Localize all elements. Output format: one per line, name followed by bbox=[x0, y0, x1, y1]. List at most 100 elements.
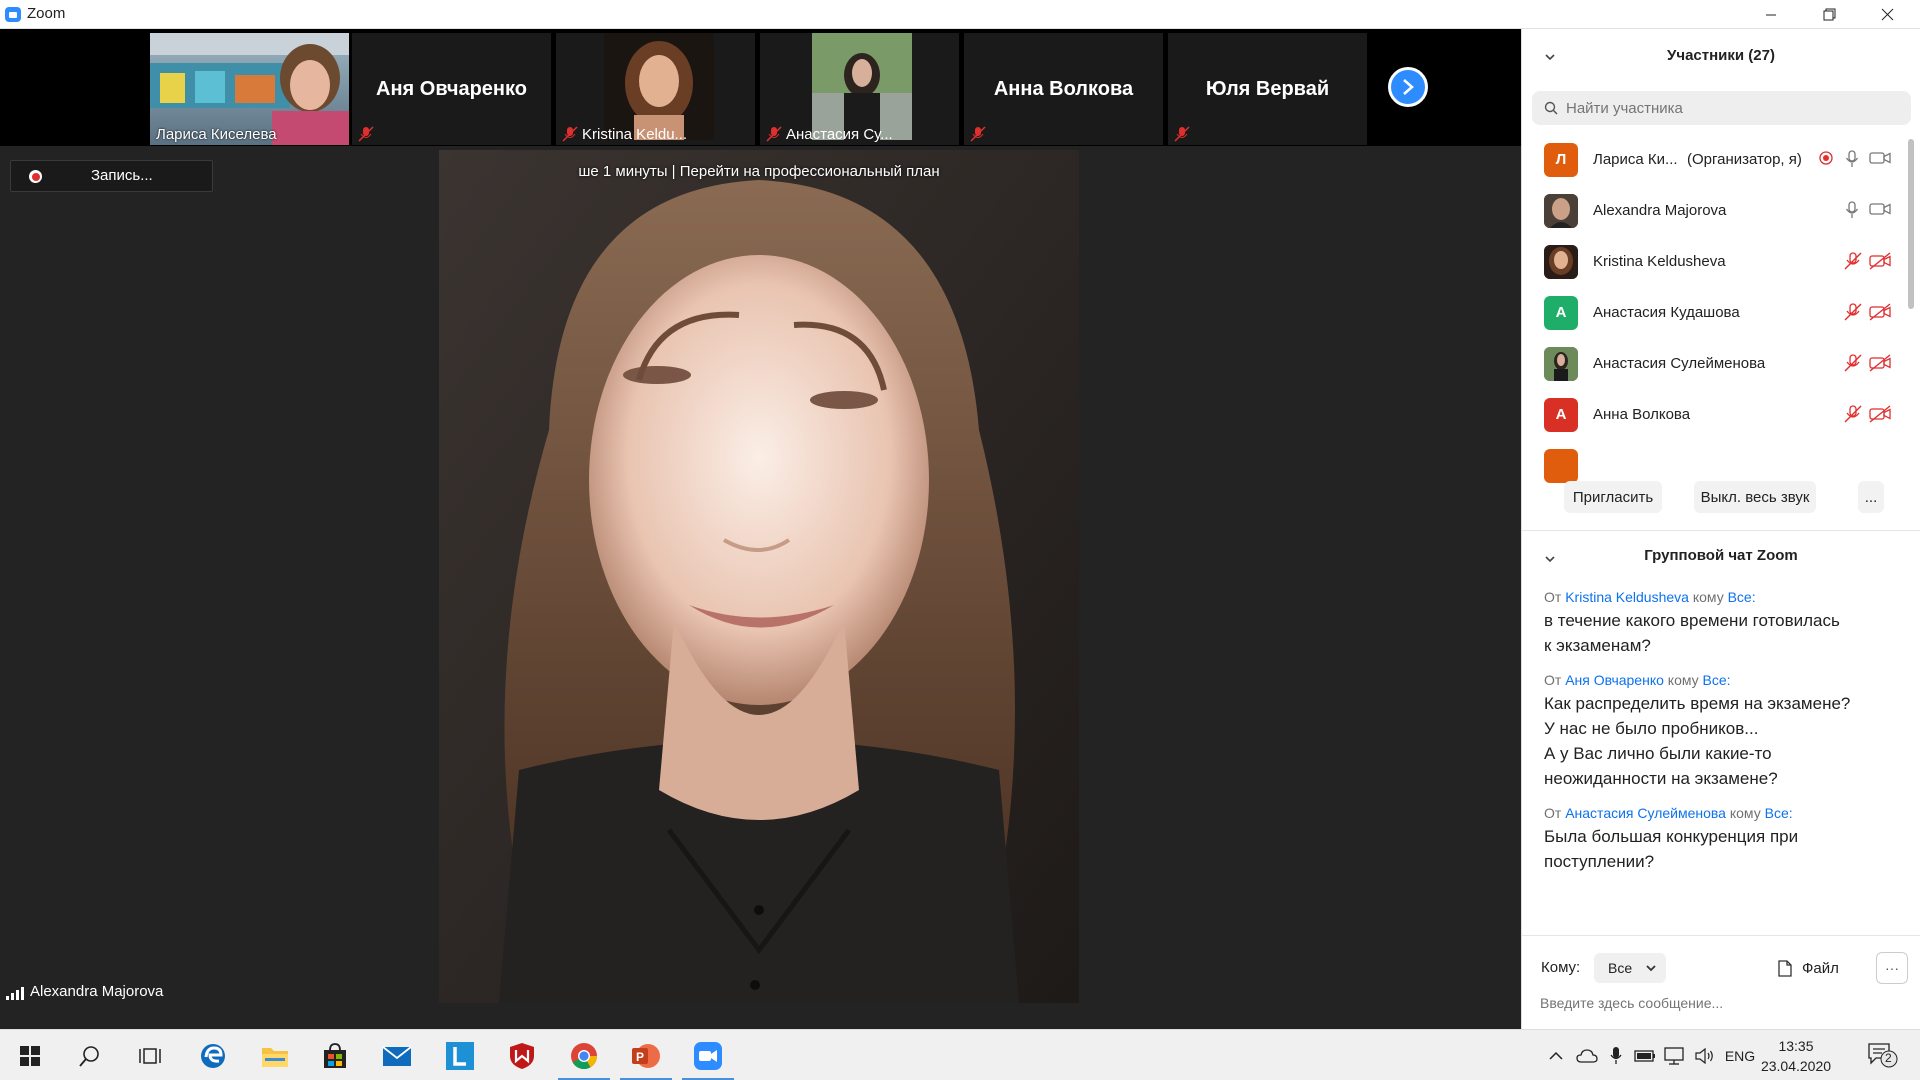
file-explorer-taskbar-button[interactable] bbox=[245, 1030, 305, 1080]
mcafee-shield-icon bbox=[510, 1042, 534, 1069]
chat-recipient[interactable]: Все: bbox=[1728, 589, 1756, 605]
microphone-tray-icon[interactable] bbox=[1604, 1030, 1628, 1080]
participant-row[interactable]: А Анастасия Кудашова bbox=[1522, 287, 1912, 338]
search-taskbar-button[interactable] bbox=[60, 1030, 120, 1080]
mic-muted-icon[interactable] bbox=[1844, 405, 1862, 423]
task-view-button[interactable] bbox=[120, 1030, 180, 1080]
restore-button[interactable] bbox=[1806, 0, 1852, 29]
chat-message-input[interactable] bbox=[1540, 995, 1900, 1011]
mic-muted-icon[interactable] bbox=[1844, 303, 1862, 321]
search-input[interactable] bbox=[1566, 99, 1886, 117]
recording-button[interactable]: Запись... bbox=[10, 160, 213, 192]
minimize-button[interactable] bbox=[1748, 0, 1794, 29]
chevron-up-icon bbox=[1549, 1051, 1563, 1060]
volume-tray-icon[interactable] bbox=[1692, 1030, 1718, 1080]
camera-off-icon[interactable] bbox=[1869, 252, 1891, 270]
active-speaker-label: Alexandra Majorova bbox=[6, 983, 163, 1000]
avatar bbox=[1544, 448, 1578, 483]
task-view-icon bbox=[139, 1047, 161, 1064]
microphone-icon bbox=[1610, 1046, 1622, 1064]
zoom-taskbar-button[interactable] bbox=[678, 1030, 738, 1080]
video-tile-anna[interactable]: Анна Волкова bbox=[964, 33, 1163, 145]
video-tile-anya[interactable]: Аня Овчаренко bbox=[352, 33, 551, 145]
divider bbox=[1522, 530, 1920, 531]
file-button[interactable]: Файл bbox=[1778, 953, 1839, 983]
windows-taskbar: P ENG 13:35 23.04.2020 2 bbox=[0, 1029, 1920, 1080]
recording-label: Запись... bbox=[91, 167, 153, 184]
chat-recipient[interactable]: Все: bbox=[1703, 672, 1731, 688]
mic-icon[interactable] bbox=[1844, 201, 1860, 219]
window-title: Zoom bbox=[27, 5, 66, 22]
show-hidden-icons-button[interactable] bbox=[1544, 1030, 1568, 1080]
participants-more-button[interactable]: ... bbox=[1858, 481, 1884, 513]
mcafee-taskbar-button[interactable] bbox=[492, 1030, 552, 1080]
recipient-select[interactable]: Все bbox=[1594, 953, 1666, 983]
video-tile-larisa[interactable]: Лариса Киселева bbox=[150, 33, 349, 145]
participant-name: Анастасия Сулейменова bbox=[1593, 355, 1766, 372]
battery-tray-icon[interactable] bbox=[1632, 1030, 1658, 1080]
mic-muted-icon bbox=[766, 126, 782, 142]
video-tile-anastasia[interactable]: Анастасия Су... bbox=[760, 33, 959, 145]
participant-row[interactable]: Kristina Keldusheva bbox=[1522, 236, 1912, 287]
network-icon bbox=[1664, 1046, 1684, 1065]
store-taskbar-button[interactable] bbox=[305, 1030, 365, 1080]
input-language-indicator[interactable]: ENG bbox=[1722, 1030, 1758, 1080]
onedrive-tray-icon[interactable] bbox=[1574, 1030, 1600, 1080]
battery-icon bbox=[1634, 1049, 1655, 1062]
chat-message-text: в течение какого времени готовилась к эк… bbox=[1544, 611, 1840, 655]
minimize-icon bbox=[1766, 14, 1776, 15]
participant-row[interactable]: А Анна Волкова bbox=[1522, 389, 1912, 440]
powerpoint-taskbar-button[interactable]: P bbox=[616, 1030, 676, 1080]
close-button[interactable] bbox=[1864, 0, 1910, 29]
camera-icon[interactable] bbox=[1869, 150, 1891, 166]
invite-button[interactable]: Пригласить bbox=[1564, 481, 1662, 513]
recording-indicator-icon bbox=[1819, 151, 1833, 165]
file-button-label: Файл bbox=[1802, 959, 1839, 977]
mic-muted-icon[interactable] bbox=[1844, 252, 1862, 270]
notification-count: 2 bbox=[1885, 1051, 1892, 1065]
avatar: Л bbox=[1544, 142, 1578, 177]
video-tile-kristina[interactable]: Kristina Keldu... bbox=[556, 33, 755, 145]
powerpoint-icon: P bbox=[632, 1043, 660, 1068]
start-button[interactable] bbox=[0, 1030, 60, 1080]
chat-message-list: От Kristina Keldusheva кому Все: в течен… bbox=[1544, 589, 1904, 888]
taskbar-clock[interactable]: 13:35 23.04.2020 bbox=[1760, 1036, 1832, 1076]
participant-row[interactable]: Л Лариса Ки... (Организатор, я) bbox=[1522, 134, 1912, 185]
close-icon bbox=[1881, 8, 1893, 21]
mic-icon[interactable] bbox=[1844, 150, 1860, 168]
video-tile-yulya[interactable]: Юля Вервай bbox=[1168, 33, 1367, 145]
chat-message-header: От Аня Овчаренко кому Все: bbox=[1544, 672, 1731, 688]
participant-role: (Организатор, я) bbox=[1687, 151, 1802, 168]
camera-off-icon[interactable] bbox=[1869, 354, 1891, 372]
action-center-button[interactable]: 2 bbox=[1868, 1042, 1898, 1068]
anastasia-photo bbox=[812, 33, 922, 140]
chat-sender[interactable]: Kristina Keldusheva bbox=[1565, 589, 1689, 605]
participant-name: Лариса Ки... bbox=[1593, 151, 1678, 168]
title-bar: Zoom bbox=[0, 0, 1920, 29]
participant-search[interactable] bbox=[1532, 91, 1911, 125]
chat-sender[interactable]: Анастасия Сулейменова bbox=[1565, 805, 1726, 821]
avatar bbox=[1544, 346, 1578, 381]
chat-message: От Анастасия Сулейменова кому Все: Была … bbox=[1544, 805, 1904, 874]
camera-off-icon[interactable] bbox=[1869, 303, 1891, 321]
participant-name: Анна Волкова bbox=[1593, 406, 1691, 423]
mic-muted-icon[interactable] bbox=[1844, 354, 1862, 372]
mute-all-button[interactable]: Выкл. весь звук bbox=[1694, 481, 1816, 513]
mail-taskbar-button[interactable] bbox=[367, 1030, 427, 1080]
l-app-taskbar-button[interactable] bbox=[430, 1030, 490, 1080]
chat-sender[interactable]: Аня Овчаренко bbox=[1565, 672, 1664, 688]
participant-row[interactable]: Alexandra Majorova bbox=[1522, 185, 1912, 236]
upgrade-banner[interactable]: ше 1 минуты | Перейти на профессиональны… bbox=[439, 163, 1079, 180]
tile-name: Аня Овчаренко bbox=[376, 77, 527, 100]
network-tray-icon[interactable] bbox=[1662, 1030, 1688, 1080]
search-icon bbox=[79, 1045, 99, 1067]
chat-recipient[interactable]: Все: bbox=[1765, 805, 1793, 821]
edge-taskbar-button[interactable] bbox=[183, 1030, 243, 1080]
camera-off-icon[interactable] bbox=[1869, 405, 1891, 423]
participants-scrollbar[interactable] bbox=[1908, 139, 1914, 309]
chat-more-button[interactable]: ··· bbox=[1876, 952, 1908, 984]
chrome-taskbar-button[interactable] bbox=[554, 1030, 614, 1080]
next-page-button[interactable] bbox=[1388, 67, 1428, 107]
participant-row[interactable]: Анастасия Сулейменова bbox=[1522, 338, 1912, 389]
camera-icon[interactable] bbox=[1869, 201, 1891, 217]
